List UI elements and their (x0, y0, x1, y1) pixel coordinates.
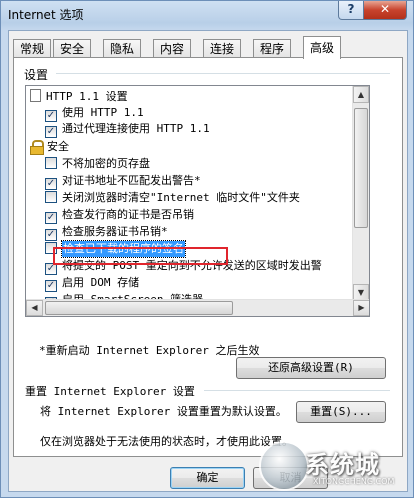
settings-list[interactable]: HTTP 1.1 设置 使用 HTTP 1.1 通过代理连接使用 HTTP 1.… (25, 85, 370, 317)
tab-content[interactable]: 内容 (153, 39, 192, 58)
tab-privacy[interactable]: 隐私 (103, 39, 142, 58)
help-button[interactable]: ? (338, 1, 364, 20)
title-bar[interactable]: Internet 选项 ? ✕ (1, 1, 413, 27)
checkbox-checked[interactable] (45, 212, 57, 224)
dialog-client-area: 常规 安全 隐私 内容 连接 程序 高级 设置 HTTP 1.1 设置 使用 H… (8, 30, 408, 492)
reset-button[interactable]: 重置(S)... (296, 401, 386, 423)
watermark-text: 系统城 (305, 451, 380, 479)
list-item[interactable]: 不将加密的页存盘 (45, 156, 150, 172)
ok-button[interactable]: 确定 (170, 467, 245, 489)
scroll-up-icon[interactable]: ▲ (353, 86, 369, 103)
list-item[interactable]: 检查发行商的证书是否吊销 (45, 207, 194, 224)
tab-general[interactable]: 常规 (13, 39, 52, 58)
checkbox-checked[interactable] (45, 229, 57, 241)
watermark-logo-icon (259, 441, 309, 491)
checkbox-checked[interactable] (45, 178, 57, 190)
list-item[interactable]: 检查服务器证书吊销* (45, 224, 168, 241)
restore-advanced-button[interactable]: 还原高级设置(R) (236, 357, 386, 379)
list-item-label: 通过代理连接使用 HTTP 1.1 (62, 122, 210, 135)
scroll-left-icon[interactable]: ◀ (26, 300, 43, 316)
advanced-panel: 设置 HTTP 1.1 设置 使用 HTTP 1.1 通过代理连接使用 HTTP… (13, 57, 403, 457)
tab-connections[interactable]: 连接 (203, 39, 242, 58)
horizontal-scrollbar[interactable]: ◀ ▶ (26, 299, 369, 316)
checkbox-unchecked[interactable] (45, 191, 57, 203)
list-item-label: 检查发行商的证书是否吊销 (62, 208, 194, 221)
list-item-category: 安全 (30, 139, 69, 155)
reset-warning: 仅在浏览器处于无法使用的状态时，才使用此设置。 (40, 435, 293, 448)
site-watermark: 系统城 XITONGCHENG.COM (259, 439, 409, 495)
list-item[interactable]: 通过代理连接使用 HTTP 1.1 (45, 121, 210, 138)
scroll-thumb[interactable] (45, 301, 233, 315)
watermark-url: XITONGCHENG.COM (313, 477, 395, 486)
list-item[interactable]: 使用 HTTP 1.1 (45, 105, 144, 122)
folder-icon (30, 89, 41, 102)
checkbox-checked[interactable] (45, 126, 57, 138)
tab-advanced[interactable]: 高级 (303, 36, 342, 59)
list-item[interactable]: 关闭浏览器时清空"Internet 临时文件"文件夹 (45, 190, 300, 206)
list-item[interactable]: 对证书地址不匹配发出警告* (45, 173, 201, 190)
group-divider (56, 73, 390, 74)
list-item-category: HTTP 1.1 设置 (30, 89, 128, 105)
scroll-right-icon[interactable]: ▶ (353, 300, 369, 316)
internet-options-window: Internet 选项 ? ✕ 常规 安全 隐私 内容 连接 程序 高级 设置 … (0, 0, 414, 498)
list-item-label: 检查服务器证书吊销* (62, 225, 168, 238)
window-title: Internet 选项 (8, 8, 84, 22)
tab-security[interactable]: 安全 (53, 39, 92, 58)
vertical-scrollbar[interactable]: ▲ ▼ (352, 86, 369, 301)
reset-section-title: 重置 Internet Explorer 设置 (25, 385, 195, 398)
close-button[interactable]: ✕ (363, 1, 407, 20)
checkbox-checked[interactable] (45, 280, 57, 292)
annotation-highlight-box (53, 247, 228, 265)
reset-divider (204, 390, 390, 391)
scroll-thumb[interactable] (354, 108, 368, 228)
list-item-label: HTTP 1.1 设置 (46, 90, 128, 103)
list-item-label: 关闭浏览器时清空"Internet 临时文件"文件夹 (62, 191, 300, 204)
list-item-label: 安全 (47, 140, 69, 153)
reset-description: 将 Internet Explorer 设置重置为默认设置。 (40, 405, 287, 418)
list-item-label: 不将加密的页存盘 (62, 157, 150, 170)
list-item-label: 使用 HTTP 1.1 (62, 106, 144, 119)
lock-icon (30, 140, 44, 155)
tab-programs[interactable]: 程序 (253, 39, 292, 58)
list-item[interactable]: 启用 DOM 存储 (45, 275, 140, 292)
settings-group-label: 设置 (24, 68, 49, 82)
list-item-label: 对证书地址不匹配发出警告* (62, 174, 201, 187)
checkbox-unchecked[interactable] (45, 157, 57, 169)
list-item-label: 启用 DOM 存储 (62, 276, 140, 289)
restart-note: *重新启动 Internet Explorer 之后生效 (39, 344, 260, 357)
